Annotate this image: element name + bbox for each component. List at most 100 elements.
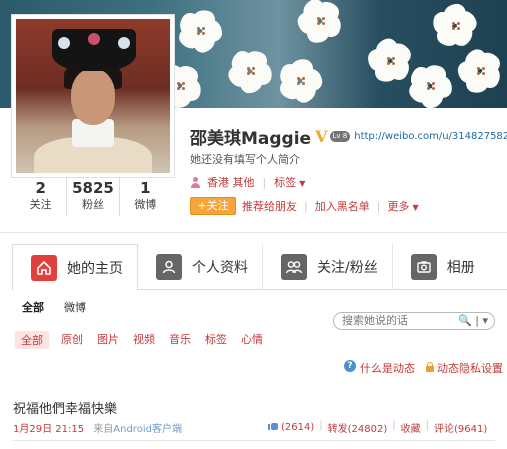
- location-text: 香港 其他: [207, 176, 255, 189]
- profile-url-link[interactable]: http://weibo.com/u/3148275822: [354, 131, 507, 142]
- blossom-stamen: [297, 82, 300, 85]
- search-placeholder: 搜索她说的话: [342, 314, 408, 327]
- blossom-stamen: [202, 27, 205, 30]
- search-icon[interactable]: 🔍 | ▾: [458, 313, 488, 329]
- tab-label: 她的主页: [67, 260, 123, 277]
- profile-intro: 她还没有填写个人简介: [190, 153, 300, 166]
- blossom-stamen: [392, 62, 395, 65]
- tab-label: 相册: [446, 260, 475, 276]
- stat-fans[interactable]: 5825 粉丝: [67, 178, 120, 216]
- blossom-stamen: [252, 72, 255, 75]
- feed-helper-links: ? 什么是动态 动态隐私设置: [344, 360, 503, 376]
- filter-tags[interactable]: 标签: [205, 331, 227, 349]
- home-icon: [31, 254, 57, 281]
- profile-name: 邵美琪Maggie: [190, 129, 312, 149]
- feed-filters: 全部 原创 图片 视频 音乐 标签 心情: [15, 331, 277, 349]
- divider: [0, 232, 507, 233]
- tags-dropdown[interactable]: 标签 ▼: [274, 174, 305, 190]
- blossom-stamen: [457, 22, 460, 25]
- blossom-stamen: [197, 27, 200, 30]
- tab-home[interactable]: 她的主页: [12, 244, 138, 291]
- caret-down-icon: ▼: [299, 179, 306, 188]
- comment-button[interactable]: 评论(9641): [434, 420, 487, 435]
- separator: |: [262, 175, 267, 189]
- blossom-stamen: [477, 72, 480, 75]
- stat-number: 5825: [72, 179, 114, 197]
- camera-icon: [410, 254, 437, 280]
- blossom-stamen: [452, 22, 455, 25]
- blacklist-link[interactable]: 加入黑名单: [315, 198, 370, 214]
- tab-profile[interactable]: 个人资料: [138, 244, 263, 290]
- blossom-stamen: [452, 27, 455, 30]
- profile-tabs: 她的主页 个人资料 关注/粉丝 相册: [12, 244, 507, 291]
- avatar[interactable]: [11, 14, 175, 178]
- tab-album[interactable]: 相册: [393, 244, 489, 290]
- blossom-stamen: [182, 82, 185, 85]
- blossom-stamen: [322, 17, 325, 20]
- followers-icon: [281, 254, 307, 280]
- post-source-link[interactable]: Android客户端: [113, 424, 182, 435]
- blossom-stamen: [432, 87, 435, 90]
- blossom-stamen: [427, 87, 430, 90]
- like-button[interactable]: (2614): [268, 420, 314, 435]
- stat-weibo[interactable]: 1 微博: [120, 178, 171, 216]
- post-source-prefix: 来自: [93, 424, 114, 435]
- divider: [13, 440, 495, 441]
- lock-icon: [425, 362, 434, 372]
- verified-badge-icon[interactable]: V: [315, 127, 327, 146]
- name-row: 邵美琪Maggie V Lv 8 http://weibo.com/u/3148…: [190, 124, 507, 149]
- feed-subnav: 全部 微博: [22, 299, 106, 315]
- profile-icon: [156, 254, 182, 280]
- stat-number: 2: [35, 179, 46, 197]
- blossom-stamen: [477, 67, 480, 70]
- stat-label: 粉丝: [81, 198, 104, 211]
- follow-button[interactable]: +关注: [190, 197, 236, 215]
- level-badge[interactable]: Lv 8: [329, 131, 351, 142]
- blossom-stamen: [202, 32, 205, 35]
- post-actions: (2614) | 转发(24802) | 收藏 | 评论(9641): [268, 420, 487, 435]
- favorite-button[interactable]: 收藏: [401, 420, 421, 435]
- blossom-stamen: [457, 27, 460, 30]
- stat-number: 1: [140, 179, 151, 197]
- blossom-stamen: [302, 77, 305, 80]
- post-meta: 1月29日 21:15 来自Android客户端: [13, 420, 182, 435]
- filter-all[interactable]: 全部: [15, 331, 49, 349]
- what-is-activity-link[interactable]: 什么是动态: [360, 360, 415, 376]
- filter-pictures[interactable]: 图片: [97, 331, 119, 349]
- separator: |: [376, 199, 381, 213]
- more-dropdown[interactable]: 更多 ▼: [387, 198, 418, 214]
- blossom-stamen: [392, 57, 395, 60]
- blossom-stamen: [247, 67, 250, 70]
- blossom-stamen: [302, 82, 305, 85]
- blossom-stamen: [247, 72, 250, 75]
- filter-video[interactable]: 视频: [133, 331, 155, 349]
- tab-label: 个人资料: [192, 260, 248, 276]
- separator: |: [425, 420, 430, 431]
- filter-original[interactable]: 原创: [61, 331, 83, 349]
- subnav-all[interactable]: 全部: [22, 299, 44, 315]
- separator: |: [392, 420, 396, 431]
- post-time-link[interactable]: 1月29日 21:15: [13, 424, 84, 435]
- separator: |: [304, 199, 308, 213]
- tab-followers[interactable]: 关注/粉丝: [263, 244, 393, 290]
- post-text: 祝福他們幸福快樂: [13, 402, 118, 417]
- blossom-stamen: [182, 87, 185, 90]
- activity-privacy-link[interactable]: 动态隐私设置: [437, 360, 503, 376]
- profile-meta: 香港 其他 | 标签 ▼: [190, 174, 305, 190]
- blossom-stamen: [197, 32, 200, 35]
- blossom-stamen: [317, 22, 320, 25]
- filter-music[interactable]: 音乐: [169, 331, 191, 349]
- recommend-link[interactable]: 推荐给朋友: [242, 198, 297, 214]
- stat-following[interactable]: 2 关注: [15, 178, 68, 216]
- subnav-weibo[interactable]: 微博: [64, 299, 86, 315]
- blossom-stamen: [322, 22, 325, 25]
- filter-mood[interactable]: 心情: [241, 331, 263, 349]
- search-input[interactable]: 搜索她说的话 🔍 | ▾: [333, 312, 495, 330]
- blossom-stamen: [432, 82, 435, 85]
- blossom-stamen: [252, 67, 255, 70]
- stat-label: 微博: [134, 198, 157, 211]
- thumbs-up-icon: [268, 420, 278, 430]
- tab-label: 关注/粉丝: [317, 260, 378, 276]
- repost-button[interactable]: 转发(24802): [328, 420, 388, 435]
- blossom-stamen: [387, 57, 390, 60]
